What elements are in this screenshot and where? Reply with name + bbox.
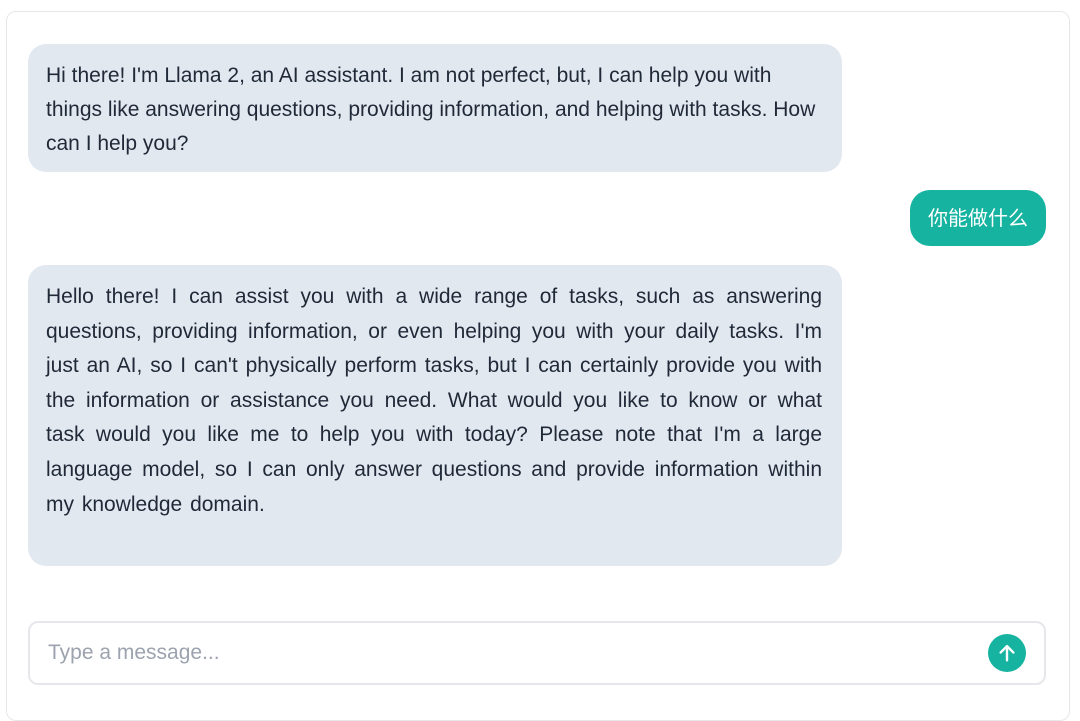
user-message: 你能做什么 bbox=[910, 190, 1046, 246]
assistant-message: Hi there! I'm Llama 2, an AI assistant. … bbox=[28, 44, 842, 172]
message-composer bbox=[28, 621, 1046, 685]
assistant-message: Hello there! I can assist you with a wid… bbox=[28, 265, 842, 566]
send-button[interactable] bbox=[988, 634, 1026, 672]
message-input[interactable] bbox=[48, 633, 978, 673]
arrow-up-icon bbox=[999, 644, 1015, 662]
